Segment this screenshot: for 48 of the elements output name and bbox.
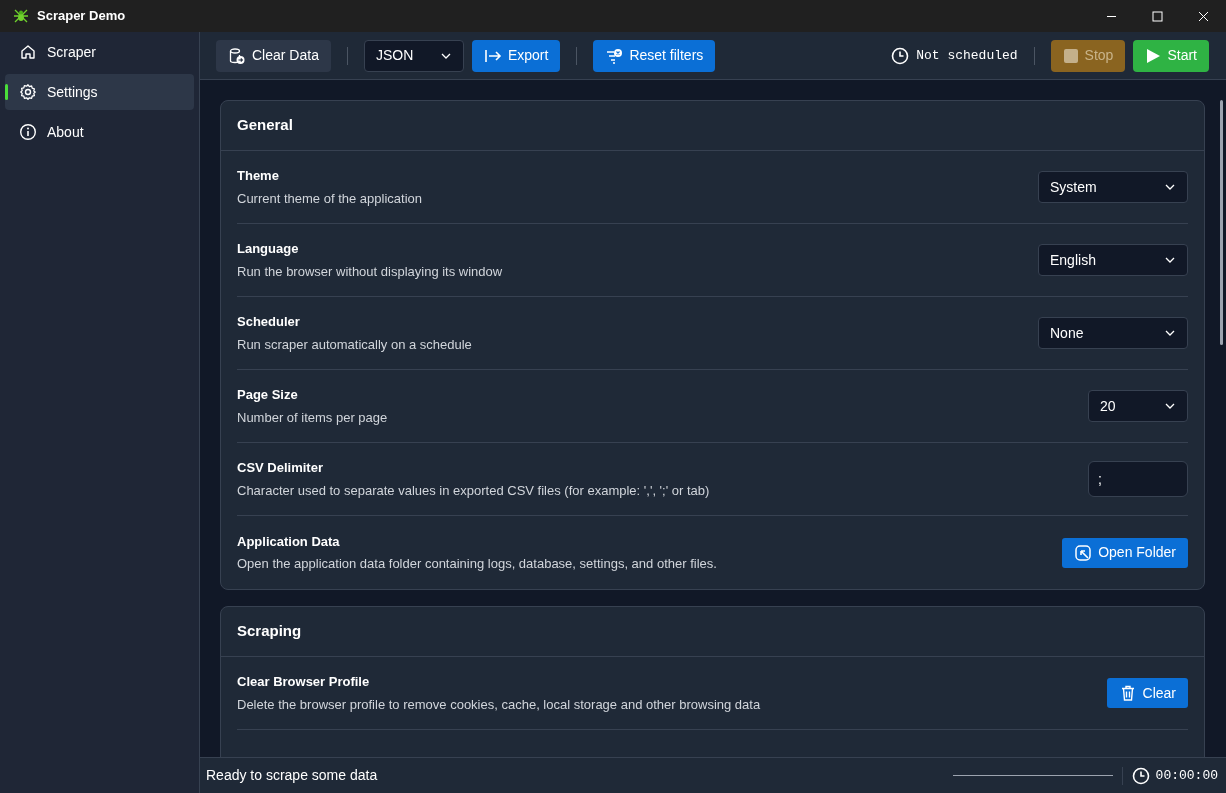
setting-description: Current theme of the application <box>237 189 422 208</box>
toolbar-button[interactable]: Export <box>471 39 561 72</box>
setting-description: Number of items per page <box>237 408 388 427</box>
close-icon <box>1197 10 1209 22</box>
clock-icon <box>891 46 910 65</box>
dropdown[interactable]: 20 <box>1088 390 1188 422</box>
setting-description: Open the application data folder containing logs, database, settings, and other files. <box>237 555 717 573</box>
play-icon <box>1145 47 1162 64</box>
filter-icon <box>605 46 624 65</box>
clock-icon <box>1131 766 1150 785</box>
section-title: Scraping <box>237 621 302 642</box>
setting-title: Application Data <box>237 532 341 551</box>
spider-icon <box>13 8 29 24</box>
elapsed-time: 00:00:00 <box>1155 766 1218 785</box>
stop-icon <box>1062 47 1079 64</box>
sidebar-item[interactable]: About <box>5 114 194 150</box>
action-button[interactable]: Clear <box>1106 678 1188 708</box>
scrollbar-thumb[interactable] <box>1220 100 1223 345</box>
setting-title: Page Size <box>237 386 299 404</box>
toolbar-button[interactable]: Clear Data <box>216 39 331 72</box>
toolbar-button[interactable]: Reset filters <box>593 39 716 72</box>
setting-title: Theme <box>237 167 280 185</box>
window-title: Scraper Demo <box>37 7 126 26</box>
format-select[interactable]: JSON <box>363 39 464 72</box>
sidebar-item[interactable]: Settings <box>5 74 194 110</box>
action-button[interactable]: Open Folder <box>1062 537 1188 568</box>
setting-title: CSV Delimiter <box>237 459 324 477</box>
home-icon <box>19 43 37 61</box>
setting-title: Language <box>237 240 300 258</box>
dropdown[interactable]: None <box>1038 317 1188 349</box>
sidebar-item[interactable]: Scraper <box>5 34 194 70</box>
schedule-status: Not scheduled <box>916 46 1018 65</box>
dropdown[interactable]: English <box>1038 244 1188 276</box>
section-title: General <box>237 115 293 136</box>
database-icon <box>228 46 246 65</box>
setting-description: Character used to separate values in exported CSV files (for example: ',', ';' or tab) <box>237 481 710 500</box>
maximize-icon <box>1151 10 1163 22</box>
setting-description: Delete the browser profile to remove cookies, cache, local storage and other browsing data <box>237 695 761 714</box>
setting-description: Run scraper automatically on a schedule <box>237 335 472 354</box>
open-folder-icon <box>1074 543 1093 562</box>
settings-icon <box>19 83 37 101</box>
info-icon <box>19 123 37 141</box>
dropdown[interactable]: System <box>1038 171 1188 203</box>
setting-title: Clear Browser Profile <box>237 673 371 691</box>
setting-description: Run the browser without displaying its window <box>237 262 503 281</box>
status-message: Ready to scrape some data <box>206 766 378 785</box>
input-field[interactable]: ; <box>1088 461 1188 497</box>
setting-title: Scheduler <box>237 313 301 331</box>
